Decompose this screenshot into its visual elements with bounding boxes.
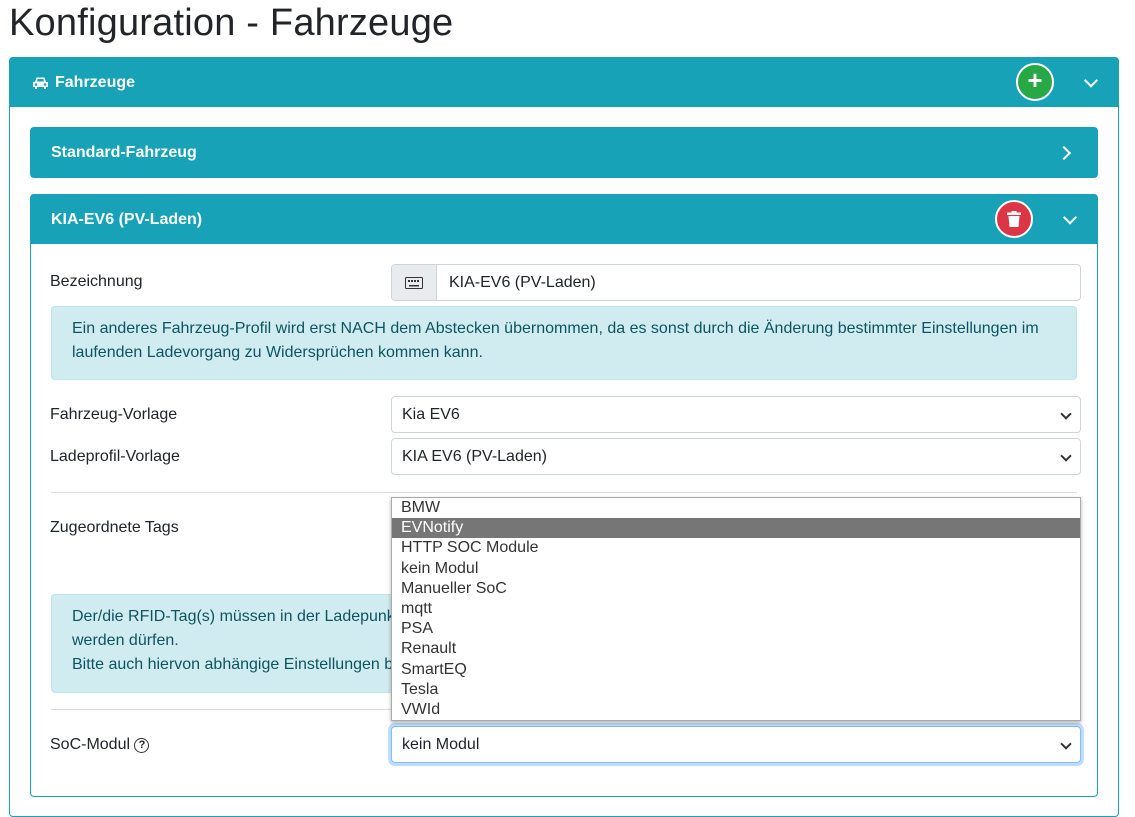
plus-icon: + — [1027, 65, 1043, 95]
soc-label-text: SoC-Modul — [50, 736, 131, 753]
soc-module-select[interactable]: kein Modul — [391, 726, 1081, 763]
soc-option-smarteq[interactable]: SmartEQ — [392, 660, 1080, 680]
standard-vehicle-title: Standard-Fahrzeug — [51, 143, 197, 161]
vehicle-card-header[interactable]: KIA-EV6 (PV-Laden) — [31, 195, 1097, 244]
charge-template-select[interactable]: KIA EV6 (PV-Laden) — [391, 438, 1081, 475]
soc-option-http[interactable]: HTTP SOC Module — [392, 538, 1080, 558]
help-icon[interactable]: ? — [134, 738, 150, 753]
trash-icon — [1007, 211, 1021, 227]
soc-option-psa[interactable]: PSA — [392, 619, 1080, 639]
add-vehicle-button[interactable]: + — [1016, 63, 1054, 101]
soc-option-mqtt[interactable]: mqtt — [392, 599, 1080, 619]
charge-template-label: Ladeprofil-Vorlage — [50, 448, 180, 465]
standard-vehicle-header[interactable]: Standard-Fahrzeug — [31, 128, 1097, 177]
car-icon — [33, 77, 48, 89]
vehicle-card-title: KIA-EV6 (PV-Laden) — [51, 210, 203, 228]
name-value: KIA-EV6 (PV-Laden) — [449, 273, 596, 291]
soc-module-dropdown: BMW EVNotify HTTP SOC Module kein Modul … — [391, 497, 1081, 721]
template-label: Fahrzeug-Vorlage — [50, 406, 178, 423]
soc-label: SoC-Modul ? — [50, 736, 150, 754]
delete-vehicle-button[interactable] — [995, 200, 1033, 238]
soc-option-manual[interactable]: Manueller SoC — [392, 579, 1080, 599]
page-title: Konfiguration - Fahrzeuge — [9, 2, 454, 44]
soc-option-evnotify[interactable]: EVNotify — [392, 518, 1080, 539]
divider — [51, 492, 1077, 493]
vehicle-template-select[interactable]: Kia EV6 — [391, 396, 1081, 433]
vehicle-template-value: Kia EV6 — [402, 405, 460, 423]
soc-option-renault[interactable]: Renault — [392, 639, 1080, 659]
chevron-down-icon[interactable] — [1062, 209, 1078, 225]
chevron-down-icon[interactable] — [1083, 72, 1099, 88]
soc-option-bmw[interactable]: BMW — [392, 498, 1080, 518]
profile-change-info: Ein anderes Fahrzeug-Profil wird erst NA… — [51, 306, 1077, 380]
keyboard-icon — [392, 265, 437, 300]
vehicles-card-header[interactable]: Fahrzeuge + — [10, 58, 1118, 107]
charge-template-value: KIA EV6 (PV-Laden) — [402, 447, 547, 465]
name-label: Bezeichnung — [50, 273, 143, 290]
soc-option-none[interactable]: kein Modul — [392, 559, 1080, 579]
name-input[interactable]: KIA-EV6 (PV-Laden) — [391, 264, 1081, 301]
standard-vehicle-card[interactable]: Standard-Fahrzeug — [30, 127, 1098, 178]
chevron-right-icon[interactable] — [1056, 145, 1072, 160]
soc-option-vwid[interactable]: VWId — [392, 700, 1080, 720]
soc-module-value: kein Modul — [402, 735, 480, 753]
tags-label: Zugeordnete Tags — [50, 519, 179, 536]
vehicles-card-title: Fahrzeuge — [55, 73, 136, 91]
soc-option-tesla[interactable]: Tesla — [392, 680, 1080, 700]
